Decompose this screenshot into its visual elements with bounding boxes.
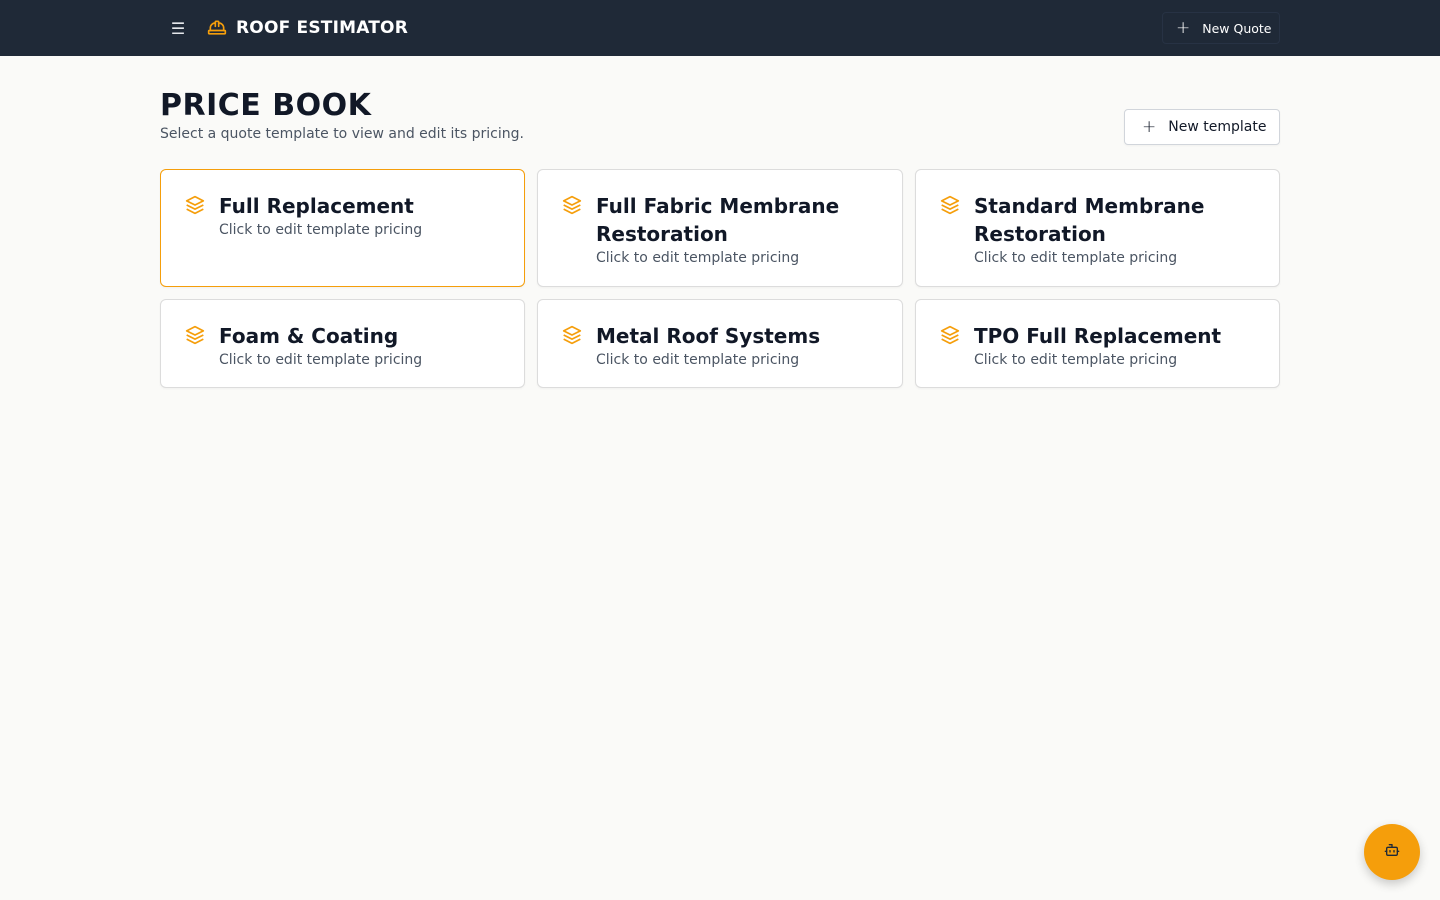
template-card-standard-membrane-restoration[interactable]: Standard Membrane Restoration Click to e… — [915, 169, 1280, 287]
page-subtitle: Select a quote template to view and edit… — [160, 126, 524, 142]
assistant-fab-button[interactable] — [1364, 824, 1420, 880]
template-title: TPO Full Replacement — [974, 324, 1222, 348]
template-card-full-replacement[interactable]: Full Replacement Click to edit template … — [160, 169, 525, 287]
template-description: Click to edit template pricing — [219, 352, 423, 368]
template-card-tpo-full-replacement[interactable]: TPO Full Replacement Click to edit templ… — [915, 299, 1280, 388]
top-bar: ☰ ROOF ESTIMATOR + New Quote — [0, 0, 1440, 56]
new-template-button[interactable]: + New template — [1124, 109, 1280, 145]
template-card-full-fabric-membrane-restoration[interactable]: Full Fabric Membrane Restoration Click t… — [537, 169, 903, 287]
layers-icon — [940, 195, 960, 215]
template-title: Foam & Coating — [219, 324, 399, 348]
plus-icon: + — [1142, 116, 1157, 137]
new-quote-label: New Quote — [1202, 20, 1272, 36]
layers-icon — [940, 325, 960, 345]
template-card-metal-roof-systems[interactable]: Metal Roof Systems Click to edit templat… — [537, 299, 903, 388]
layers-icon — [185, 195, 205, 215]
template-description: Click to edit template pricing — [974, 352, 1178, 368]
brand: ROOF ESTIMATOR — [207, 0, 408, 56]
new-template-label: New template — [1168, 119, 1267, 135]
template-description: Click to edit template pricing — [219, 222, 423, 238]
page-title: PRICE BOOK — [160, 88, 372, 123]
template-description: Click to edit template pricing — [974, 250, 1178, 266]
template-title: Full Replacement — [219, 194, 414, 218]
template-title: Full Fabric Membrane Restoration — [596, 194, 840, 246]
menu-button[interactable]: ☰ — [164, 14, 192, 42]
layers-icon — [562, 195, 582, 215]
template-grid: Full Replacement Click to edit template … — [160, 169, 1280, 388]
template-description: Click to edit template pricing — [596, 250, 800, 266]
plus-icon: + — [1176, 17, 1191, 38]
template-card-foam-coating[interactable]: Foam & Coating Click to edit template pr… — [160, 299, 525, 388]
new-quote-button[interactable]: + New Quote — [1162, 12, 1280, 44]
hamburger-icon: ☰ — [170, 18, 186, 38]
app-title: ROOF ESTIMATOR — [236, 18, 408, 38]
template-title: Standard Membrane Restoration — [974, 194, 1205, 246]
hard-hat-icon — [207, 18, 227, 38]
template-description: Click to edit template pricing — [596, 352, 800, 368]
layers-icon — [562, 325, 582, 345]
layers-icon — [185, 325, 205, 345]
bot-icon — [1384, 842, 1400, 862]
template-title: Metal Roof Systems — [596, 324, 821, 348]
